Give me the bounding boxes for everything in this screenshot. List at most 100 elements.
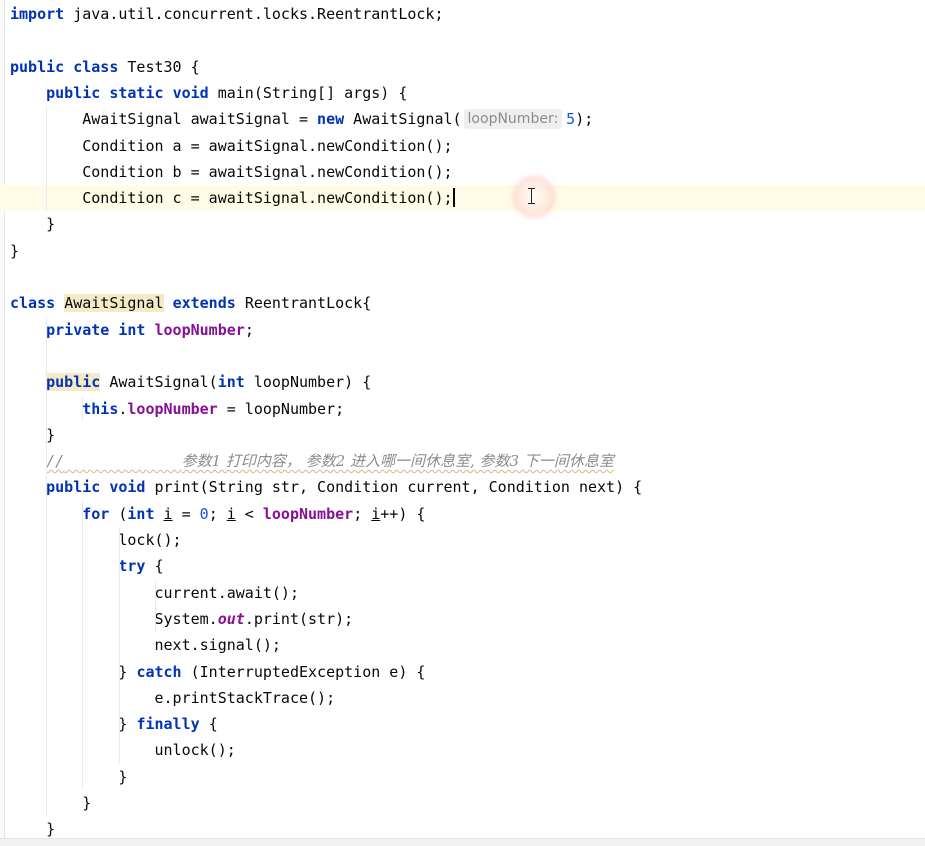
code-token: 0 bbox=[199, 504, 209, 523]
code-line[interactable]: public void print(String str, Condition … bbox=[0, 474, 925, 500]
code-token: class bbox=[10, 294, 65, 313]
code-line[interactable]: public class Test30 { bbox=[0, 54, 925, 80]
code-token: } bbox=[10, 767, 128, 786]
code-line[interactable]: unlock(); bbox=[0, 737, 925, 763]
code-token: i bbox=[226, 504, 236, 523]
code-token: private bbox=[46, 320, 119, 339]
code-line[interactable]: Condition c = awaitSignal.newCondition()… bbox=[0, 185, 925, 212]
code-token: print(String str, Condition current, Con… bbox=[154, 478, 643, 497]
code-token: import bbox=[10, 5, 74, 23]
code-token: Condition b = awaitSignal.newCondition()… bbox=[10, 162, 453, 181]
code-token: < bbox=[235, 504, 263, 523]
code-token: java.util.concurrent.locks.ReentrantLock… bbox=[73, 5, 444, 23]
parameter-hint: loopNumber: bbox=[463, 109, 563, 130]
horizontal-scrollbar[interactable] bbox=[0, 838, 925, 846]
code-line[interactable]: System.out.print(str); bbox=[0, 606, 925, 632]
indent-guide bbox=[82, 395, 84, 422]
code-token: } bbox=[10, 215, 56, 234]
code-line[interactable]: } bbox=[0, 790, 925, 816]
code-token: // bbox=[46, 452, 65, 471]
code-token: int bbox=[127, 504, 164, 523]
code-token: this bbox=[82, 399, 119, 418]
code-token: loopNumber bbox=[154, 320, 245, 339]
code-line[interactable]: AwaitSignal awaitSignal = new AwaitSigna… bbox=[0, 106, 925, 132]
code-line[interactable]: import java.util.concurrent.locks.Reentr… bbox=[0, 1, 925, 27]
code-token: int bbox=[217, 373, 254, 392]
code-token: extends bbox=[172, 294, 245, 313]
code-token: i bbox=[371, 504, 381, 523]
code-line[interactable]: class AwaitSignal extends ReentrantLock{ bbox=[0, 290, 925, 316]
code-token: } bbox=[10, 241, 20, 260]
code-token: public bbox=[46, 83, 110, 102]
code-line[interactable]: public AwaitSignal(int loopNumber) { bbox=[0, 369, 925, 395]
code-token: AwaitSignal( bbox=[353, 110, 462, 129]
code-token: loopNumber bbox=[127, 399, 218, 418]
code-token: out bbox=[217, 609, 245, 628]
code-line[interactable]: try { bbox=[0, 553, 925, 579]
code-token: Test30 { bbox=[127, 57, 200, 76]
code-token: finally bbox=[136, 715, 209, 734]
indent-guide bbox=[46, 316, 48, 817]
code-line[interactable]: private int loopNumber; bbox=[0, 317, 925, 343]
code-line[interactable]: Condition a = awaitSignal.newCondition()… bbox=[0, 133, 925, 159]
code-token: ; bbox=[244, 320, 254, 339]
code-line[interactable]: lock(); bbox=[0, 527, 925, 553]
code-line[interactable]: public static void main(String[] args) { bbox=[0, 80, 925, 106]
code-token: public bbox=[46, 478, 110, 497]
code-line[interactable]: } bbox=[0, 422, 925, 448]
code-editor[interactable]: import java.util.concurrent.locks.Reentr… bbox=[0, 0, 925, 846]
code-line[interactable] bbox=[0, 343, 925, 369]
code-token: void bbox=[109, 478, 155, 497]
code-token: main(String[] args) { bbox=[217, 83, 408, 102]
code-line[interactable]: } bbox=[0, 238, 925, 264]
code-line[interactable]: } catch (InterruptedException e) { bbox=[0, 659, 925, 685]
code-token: i bbox=[163, 504, 173, 523]
code-line[interactable]: for (int i = 0; i < loopNumber; i++) { bbox=[0, 501, 925, 527]
code-token: = loopNumber; bbox=[217, 399, 345, 418]
code-token: try bbox=[118, 557, 155, 576]
code-line[interactable]: next.signal(); bbox=[0, 632, 925, 658]
code-line[interactable]: } bbox=[0, 764, 925, 790]
code-token: void bbox=[172, 83, 218, 102]
code-line[interactable]: Condition b = awaitSignal.newCondition()… bbox=[0, 159, 925, 185]
text-cursor-icon bbox=[528, 188, 538, 204]
code-token: AwaitSignal bbox=[64, 294, 164, 313]
code-token: AwaitSignal( bbox=[100, 373, 218, 392]
code-token: catch bbox=[136, 662, 191, 681]
code-line[interactable]: e.printStackTrace(); bbox=[0, 685, 925, 711]
code-token: { bbox=[154, 557, 164, 576]
indent-guide bbox=[82, 500, 84, 790]
code-token: ++) { bbox=[380, 504, 426, 523]
code-token: AwaitSignal awaitSignal = bbox=[10, 110, 318, 129]
indent-guide bbox=[154, 579, 156, 633]
code-line[interactable]: // 参数1 打印内容， 参数2 进入哪一间休息室, 参数3 下一间休息室 bbox=[0, 448, 925, 474]
code-token: new bbox=[317, 110, 354, 129]
code-line[interactable]: } finally { bbox=[0, 711, 925, 737]
code-line[interactable] bbox=[0, 27, 925, 53]
code-token: (InterruptedException e) { bbox=[190, 662, 426, 681]
code-line[interactable]: current.await(); bbox=[0, 580, 925, 606]
code-token: 5 bbox=[566, 110, 576, 129]
code-token: 参数1 打印内容， 参数2 进入哪一间休息室, 参数3 下一间休息室 bbox=[181, 452, 614, 471]
code-token: unlock(); bbox=[10, 741, 236, 760]
code-token: } bbox=[10, 662, 137, 681]
code-token: ; bbox=[208, 504, 227, 523]
code-line[interactable]: this.loopNumber = loopNumber; bbox=[0, 396, 925, 422]
code-token: ); bbox=[575, 110, 594, 129]
code-line[interactable]: } bbox=[0, 211, 925, 237]
code-token: static bbox=[109, 83, 173, 102]
indent-guide bbox=[46, 106, 48, 212]
code-token: = bbox=[172, 504, 200, 523]
code-line[interactable] bbox=[0, 264, 925, 290]
code-token: ; bbox=[353, 504, 372, 523]
code-token: e.printStackTrace(); bbox=[10, 688, 336, 707]
code-token: { bbox=[208, 715, 218, 734]
code-token: } bbox=[10, 820, 56, 839]
